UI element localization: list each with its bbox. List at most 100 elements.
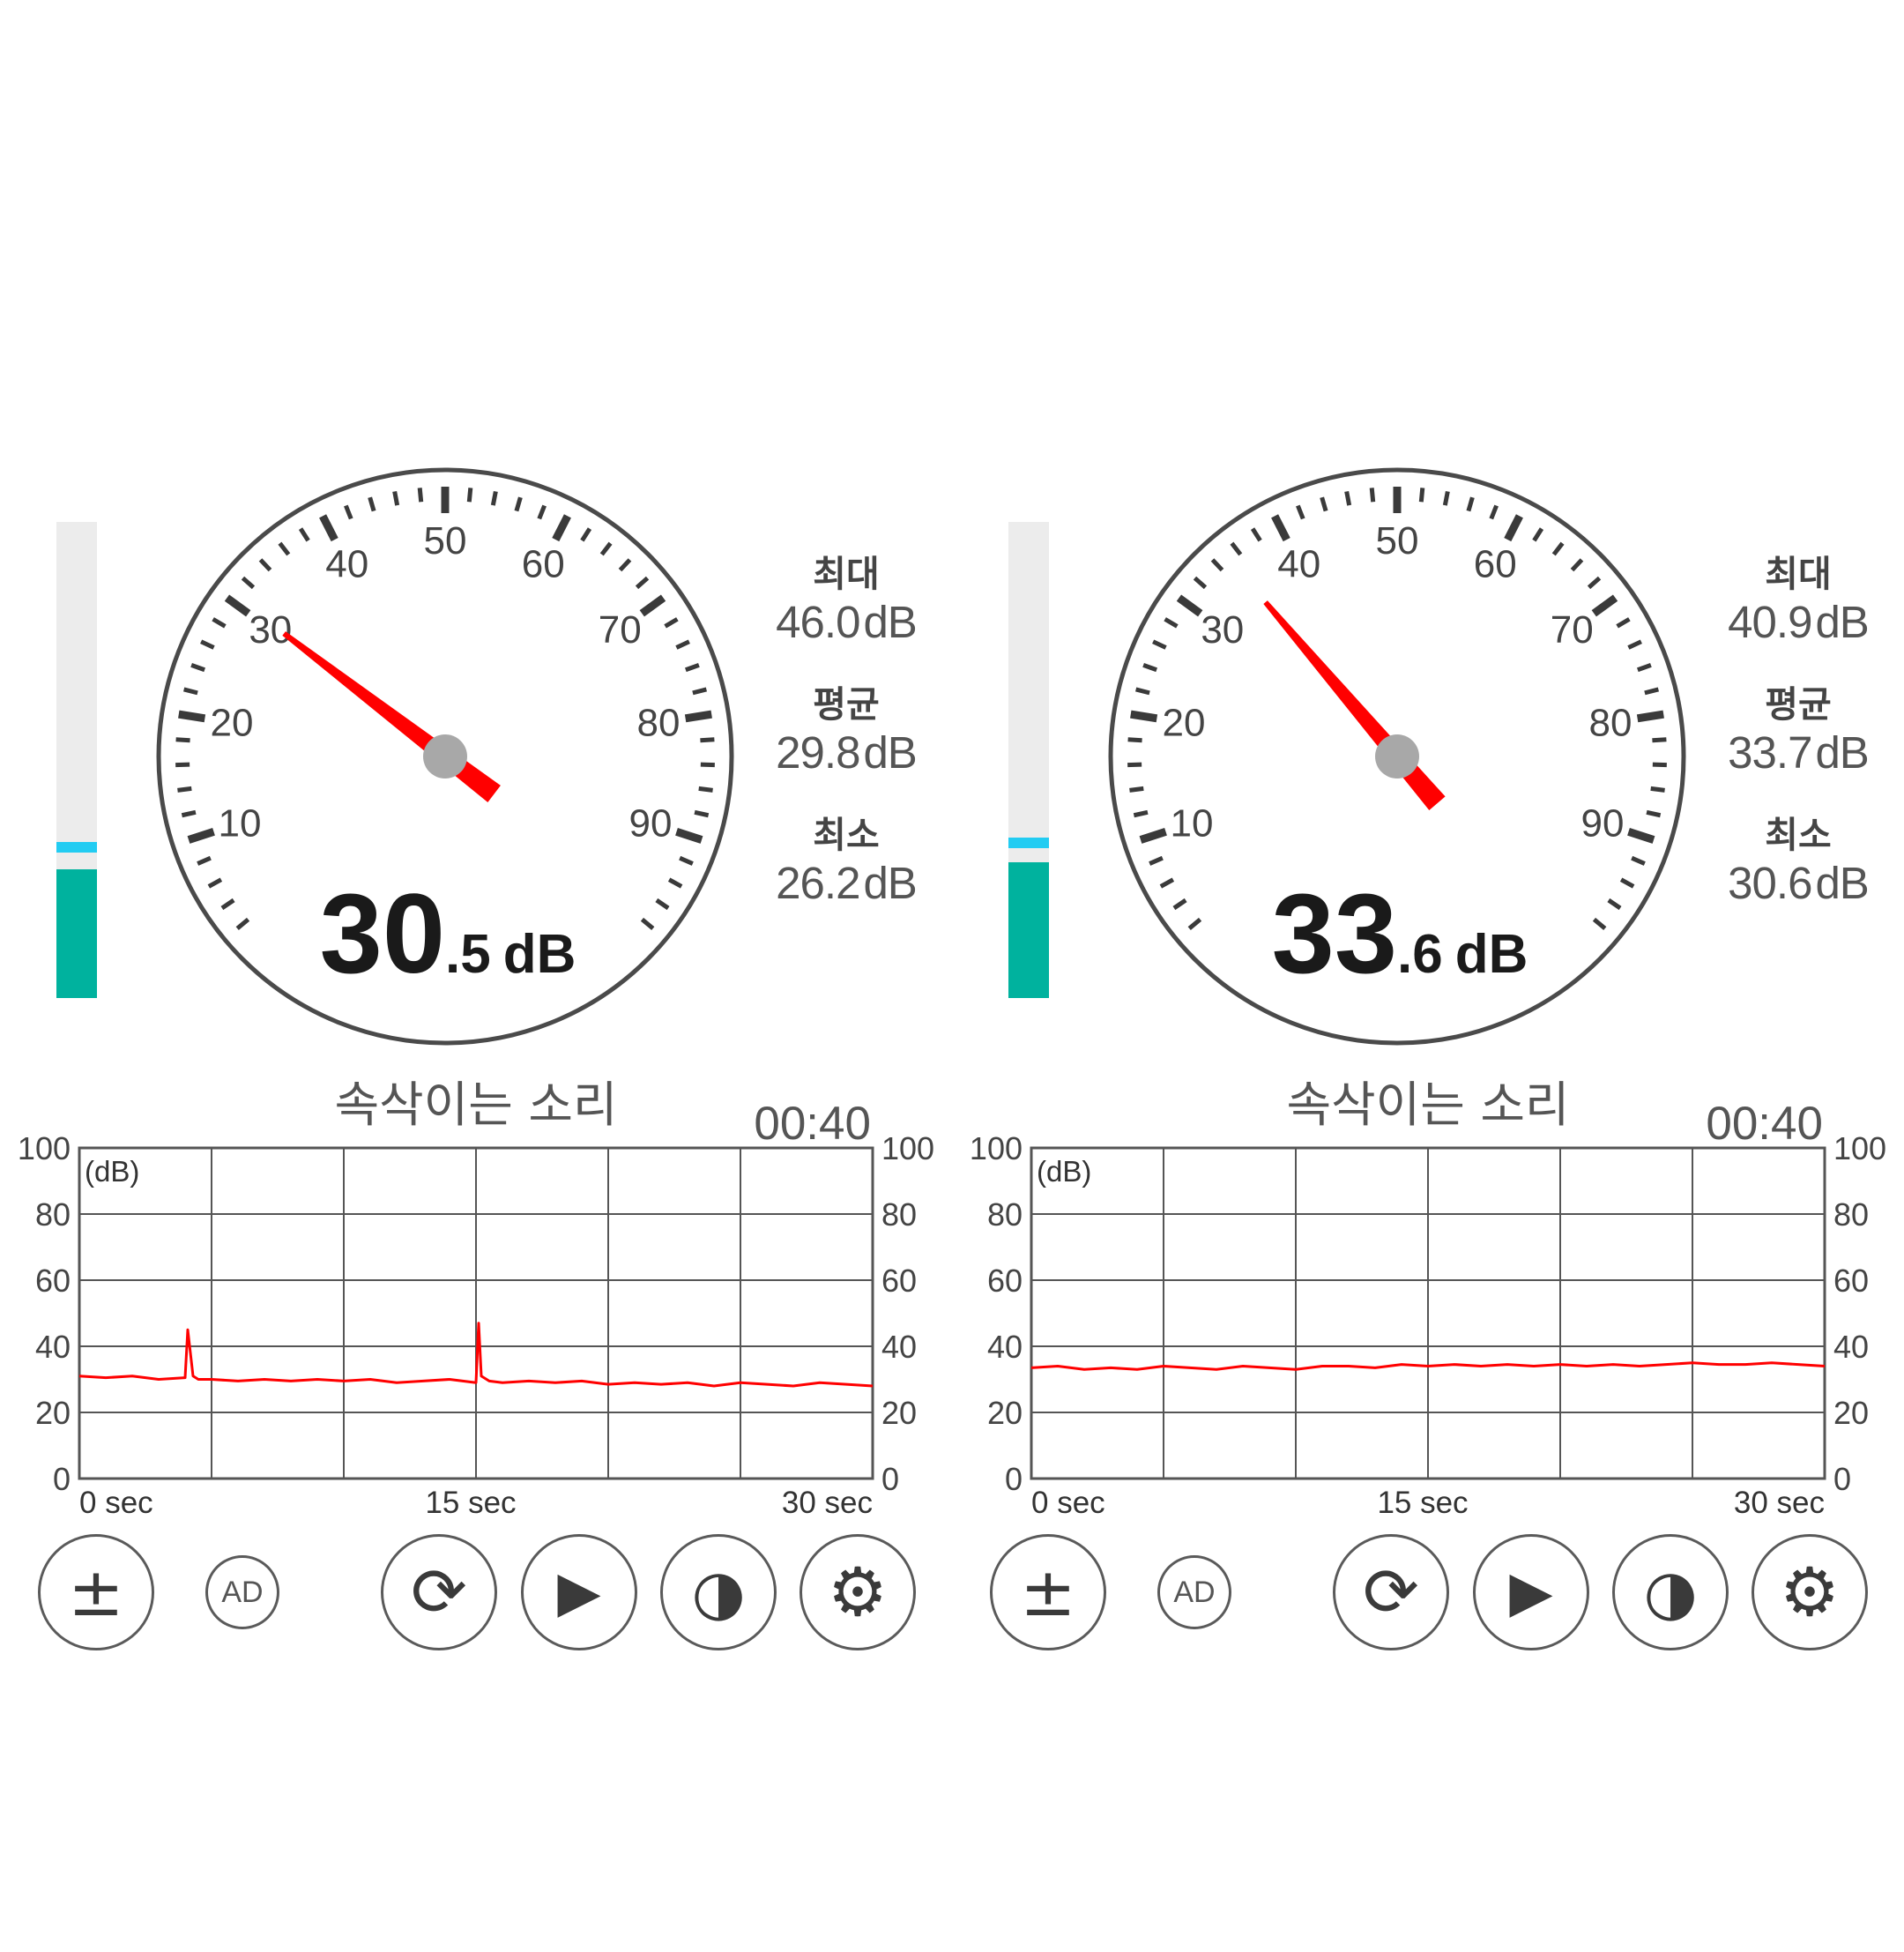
plus-minus-icon: ±: [1020, 1553, 1076, 1631]
plus-minus-icon: ±: [68, 1553, 124, 1631]
stat-avg: 평균 29.8dB: [758, 682, 934, 779]
dial-minor-tick: [1652, 762, 1667, 768]
settings-button[interactable]: ⚙: [800, 1534, 916, 1650]
contrast-icon: ◑: [1643, 1556, 1698, 1628]
stat-max: 최대 40.9dB: [1710, 551, 1886, 648]
sound-meter-panel-right: 10 20 30 40 50 60 70 80 90 33.6 dB 최대 40.9dB 평균 33…: [952, 0, 1904, 1952]
stat-max-label: 최대: [1765, 553, 1832, 595]
dial-minor-tick: [1129, 786, 1144, 793]
stat-avg: 평균 33.7dB: [1710, 682, 1886, 779]
graph-x-tick: 30 sec: [782, 1486, 873, 1520]
level-bar: [56, 522, 97, 998]
graph-y-tick-left: 80: [35, 1196, 71, 1233]
stat-max-value: 46.0dB: [758, 597, 934, 648]
graph-y-tick-right: 80: [1833, 1196, 1869, 1233]
refresh-icon: ⟳: [411, 1553, 467, 1631]
play-icon: ▶: [557, 1560, 601, 1625]
graph-y-tick-left: 0: [1005, 1461, 1023, 1497]
dial-major-tick: [178, 710, 206, 723]
dial-gauge: 10 20 30 40 50 60 70 80 90 33.6 dB: [1108, 467, 1686, 1046]
dial-minor-tick: [417, 488, 424, 503]
graph-y-tick-left: 60: [987, 1263, 1023, 1299]
mode-title: 속삭이는 소리: [334, 1077, 618, 1133]
level-bar-peak: [1008, 837, 1049, 848]
graph-y-tick-left: 0: [53, 1461, 71, 1497]
current-reading-unit: dB: [503, 924, 576, 985]
stat-avg-number: 29.8: [776, 727, 860, 778]
ad-icon: AD: [221, 1575, 264, 1609]
graph-y-tick-right: 20: [1833, 1395, 1869, 1431]
graph-y-tick-left: 100: [18, 1133, 71, 1166]
graph-y-tick-left: 20: [987, 1395, 1023, 1431]
contrast-icon: ◑: [691, 1556, 746, 1628]
play-icon: ▶: [1509, 1560, 1553, 1625]
graph-y-tick-right: 0: [1833, 1461, 1851, 1497]
ad-button[interactable]: AD: [1157, 1555, 1231, 1629]
stat-min-value: 26.2dB: [758, 858, 934, 909]
graph-y-tick-left: 80: [987, 1196, 1023, 1233]
dial-minor-tick: [175, 737, 190, 743]
stat-min-number: 30.6: [1728, 858, 1812, 908]
graph-y-tick-left: 40: [987, 1329, 1023, 1365]
dial-minor-tick: [1127, 737, 1142, 743]
graph-y-tick-left: 20: [35, 1395, 71, 1431]
gear-icon: ⚙: [827, 1553, 889, 1631]
stat-avg-number: 33.7: [1728, 727, 1812, 778]
dial-minor-tick: [392, 490, 400, 506]
title-row: 속삭이는 소리 00:40: [0, 1065, 952, 1150]
current-reading-unit: dB: [1455, 924, 1528, 985]
graph-y-tick-right: 60: [1833, 1263, 1869, 1299]
current-reading-decimal: .5: [445, 924, 491, 985]
dial-minor-tick: [181, 809, 197, 818]
stat-max-unit: dB: [1815, 597, 1869, 647]
reset-button[interactable]: ⟳: [381, 1534, 497, 1650]
stat-max-unit: dB: [863, 597, 917, 647]
stats-panel: 최대 46.0dB 평균 29.8dB 최소 26.2dB: [758, 551, 934, 942]
dial-major-tick: [1130, 710, 1158, 723]
stat-avg-label: 평균: [813, 683, 880, 726]
dial-major-tick: [684, 710, 712, 723]
stat-max-label: 최대: [813, 553, 880, 595]
dial-scale-label: 80: [1589, 702, 1633, 745]
theme-button[interactable]: ◑: [660, 1534, 777, 1650]
dial-scale-label: 20: [1163, 702, 1206, 745]
mode-title: 속삭이는 소리: [1286, 1077, 1570, 1133]
graph-x-tick: 0 sec: [79, 1486, 153, 1520]
ad-button[interactable]: AD: [205, 1555, 279, 1629]
theme-button[interactable]: ◑: [1612, 1534, 1729, 1650]
dial-scale-label: 90: [1581, 802, 1625, 846]
refresh-icon: ⟳: [1363, 1553, 1419, 1631]
level-bar-fill: [1008, 862, 1049, 998]
stat-min-unit: dB: [863, 858, 917, 908]
stat-avg-unit: dB: [1815, 727, 1869, 778]
level-bar-peak: [56, 842, 97, 853]
graph-x-tick: 15 sec: [425, 1486, 516, 1520]
calibrate-button[interactable]: ±: [990, 1534, 1106, 1650]
calibrate-button[interactable]: ±: [38, 1534, 154, 1650]
control-buttons: ± AD ⟳ ▶ ◑ ⚙: [952, 1534, 1904, 1658]
dial-scale-label: 30: [1201, 608, 1244, 652]
graph-y-tick-right: 20: [881, 1395, 917, 1431]
graph-y-tick-right: 0: [881, 1461, 899, 1497]
dial-needle-hub: [1375, 734, 1419, 779]
gear-icon: ⚙: [1779, 1553, 1841, 1631]
dial-minor-tick: [700, 737, 715, 743]
dial-scale-label: 50: [424, 519, 467, 563]
settings-button[interactable]: ⚙: [1752, 1534, 1868, 1650]
stat-max-value: 40.9dB: [1710, 597, 1886, 648]
stat-avg-value: 33.7dB: [1710, 727, 1886, 779]
dial-scale-label: 70: [599, 608, 642, 652]
stat-max: 최대 46.0dB: [758, 551, 934, 648]
dial-minor-tick: [1369, 488, 1376, 503]
graph-y-tick-left: 60: [35, 1263, 71, 1299]
stats-panel: 최대 40.9dB 평균 33.7dB 최소 30.6dB: [1710, 551, 1886, 942]
dial-minor-tick: [1344, 490, 1352, 506]
dial-scale-label: 90: [629, 802, 673, 846]
stat-avg-unit: dB: [863, 727, 917, 778]
reset-button[interactable]: ⟳: [1333, 1534, 1449, 1650]
graph-y-axis-label: (dB): [1037, 1155, 1091, 1188]
ad-icon: AD: [1173, 1575, 1216, 1609]
play-button[interactable]: ▶: [521, 1534, 637, 1650]
play-button[interactable]: ▶: [1473, 1534, 1589, 1650]
dial-scale-label: 80: [637, 702, 681, 745]
